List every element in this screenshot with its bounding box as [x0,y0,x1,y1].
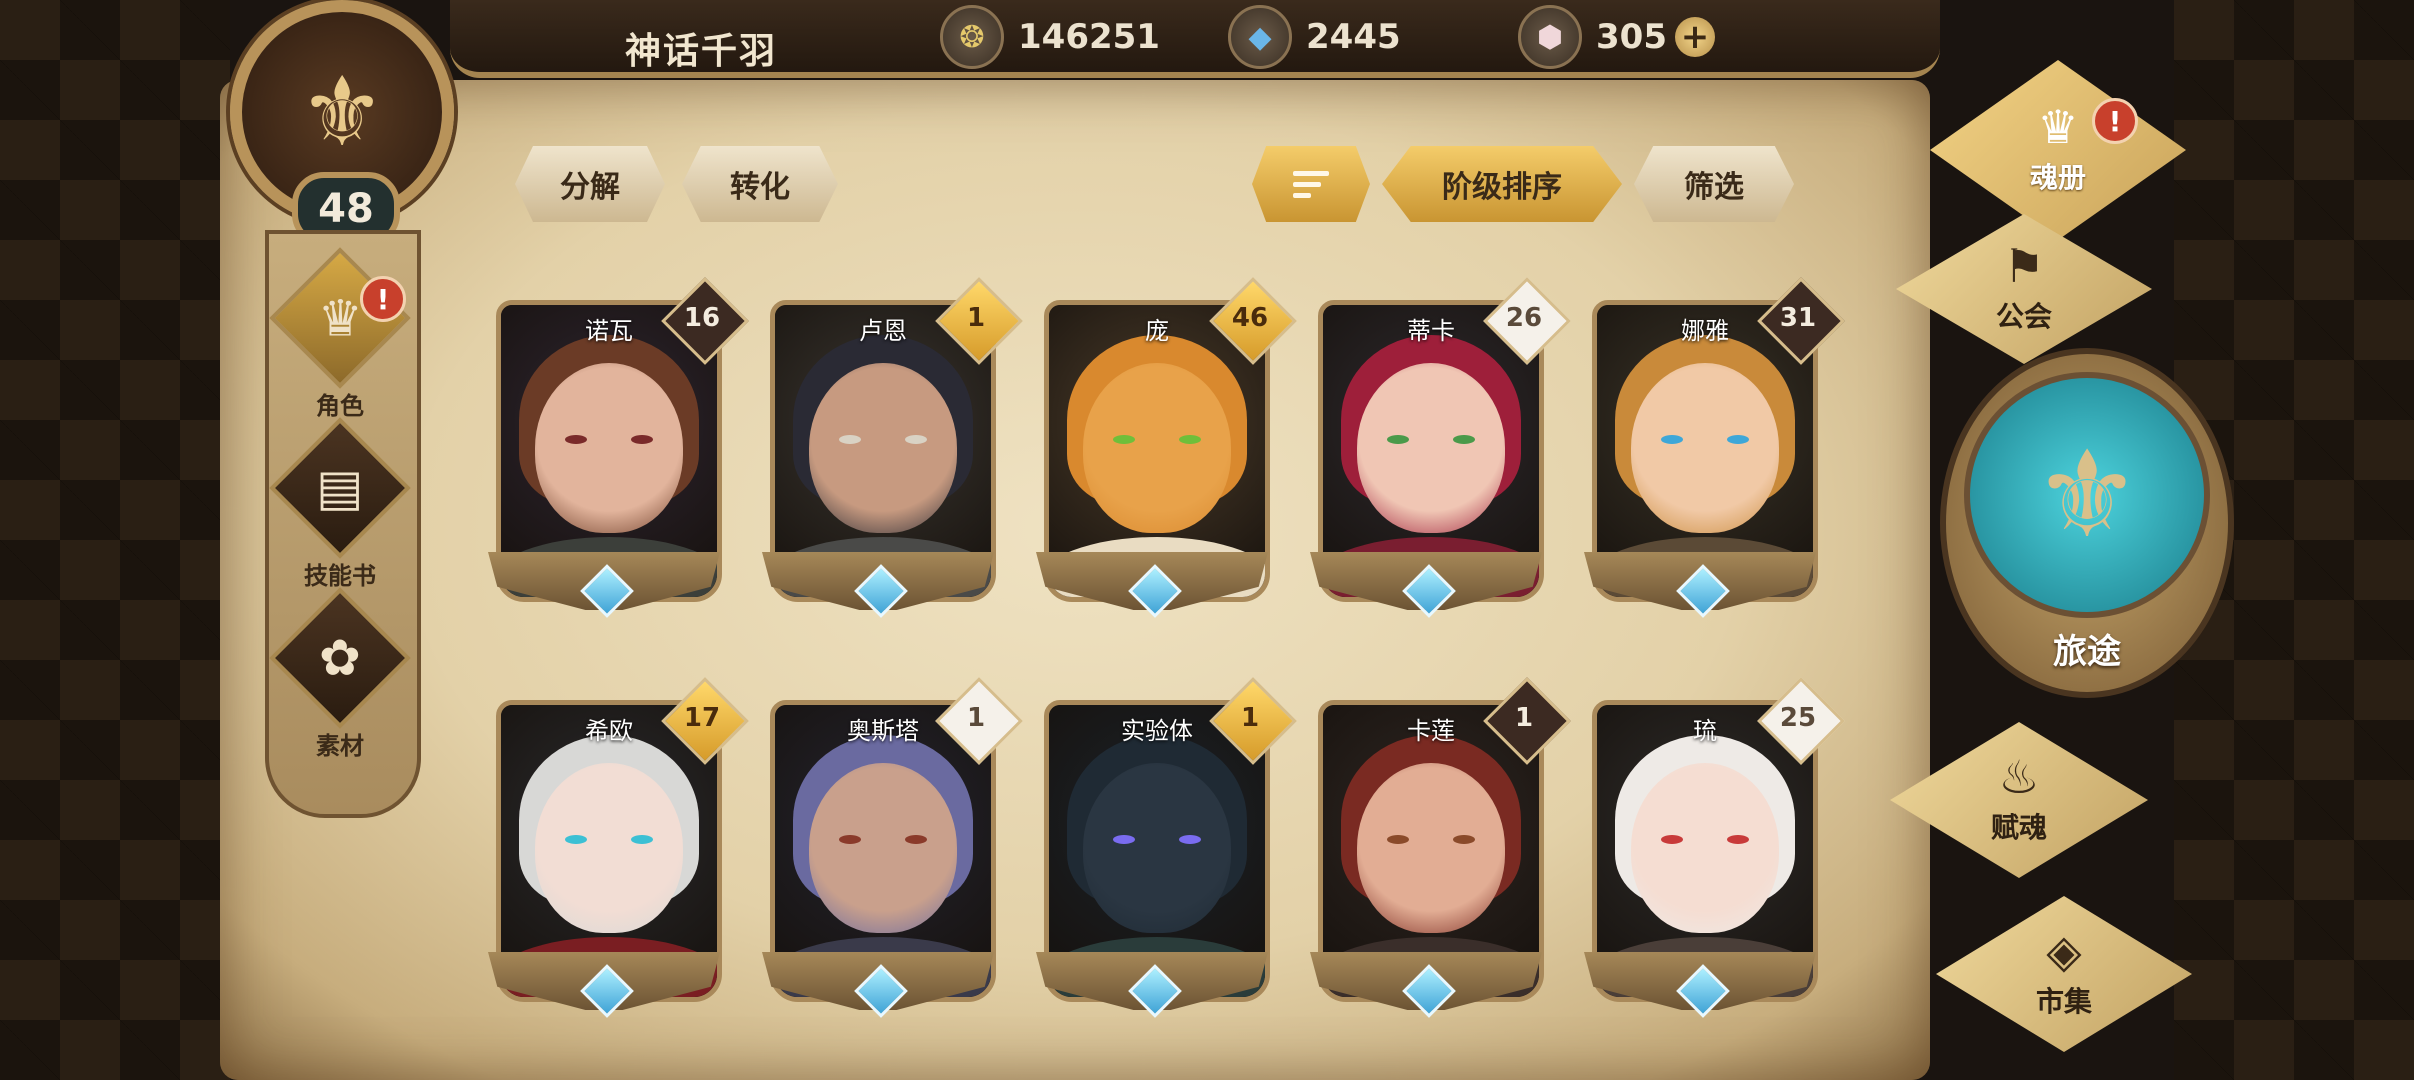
crystal-currency: ◆ 2445 [1228,5,1401,69]
sidebar-item-label: 角色 [316,392,364,420]
hero-level: 25 [1779,703,1817,733]
hero-level: 1 [966,303,986,333]
hero-level: 1 [1514,703,1534,733]
hero-card[interactable]: 庞 46 [1036,277,1297,622]
swirl-icon: ♨ [1998,750,2040,804]
nav-label: 市集 [2035,985,2092,1018]
hero-card[interactable]: 娜雅 31 [1584,277,1845,622]
filter-button[interactable]: 筛选 [1634,146,1794,222]
hero-card[interactable]: 蒂卡 26 [1310,277,1571,622]
soulbook-icon: ♛ [2037,100,2079,154]
hero-card[interactable]: 卢恩 1 [762,277,1023,622]
hero-card[interactable]: 实验体 1 [1036,677,1297,1022]
left-background [0,0,230,1080]
player-name: 神话千羽 [625,31,778,72]
alert-icon: ! [2092,98,2138,144]
alert-icon: ! [360,276,406,322]
materials-icon: ✿ [319,629,361,687]
sidebar-item-label: 素材 [316,732,364,760]
character-icon: ♛ [317,288,363,347]
hero-level: 46 [1231,303,1269,333]
gold-currency: ❂ 146251 [940,5,1160,69]
add-gem-button[interactable]: + [1674,17,1715,57]
market-gem-icon: ◈ [2046,924,2082,978]
guild-flag-icon: ⚑ [2003,239,2045,293]
gold-coin-icon: ❂ [940,5,1004,69]
journey-emblem-icon: ⚜ [2033,425,2141,565]
crystal-amount: 2445 [1306,17,1401,57]
player-emblem[interactable]: ⚜ 48 [200,0,480,246]
sidebar-item-label: 技能书 [304,562,376,590]
decompose-button[interactable]: 分解 [515,146,665,222]
gold-amount: 146251 [1018,17,1160,57]
hero-level: 1 [1240,703,1260,733]
hero-card[interactable]: 奥斯塔 1 [762,677,1023,1022]
nav-label: 旅途 [2053,632,2121,672]
hero-card[interactable]: 诺瓦 16 [488,277,749,622]
sidebar-item-skillbook[interactable]: ▤ 技能书 [268,417,412,591]
convert-button[interactable]: 转化 [682,146,838,222]
blue-crystal-icon: ◆ [1228,5,1292,69]
hero-card[interactable]: 希欧 17 [488,677,749,1022]
nav-label: 魂册 [2029,161,2086,194]
nav-journey-button[interactable]: ⚜ 旅途 [1940,348,2234,698]
hero-level: 26 [1505,303,1543,333]
nav-soulbook-button[interactable]: ♛ 魂册 [1930,60,2186,240]
nav-label: 公会 [1995,300,2052,333]
gem-currency: ⬢ 305 + [1518,5,1715,69]
nav-market-button[interactable]: ◈ 市集 [1936,896,2192,1052]
grade-sort-button[interactable]: 阶级排序 [1382,146,1622,222]
crest-icon: ⚜ [298,56,386,168]
nav-label: 赋魂 [1990,811,2047,844]
pink-gem-icon: ⬢ [1518,5,1582,69]
nav-guild-button[interactable]: ⚑ 公会 [1896,214,2152,364]
sidebar-item-character[interactable]: ♛ ! 角色 [268,247,412,421]
skillbook-icon: ▤ [316,459,364,517]
hero-level: 17 [683,703,721,733]
hero-level: 1 [966,703,986,733]
hero-card[interactable]: 卡莲 1 [1310,677,1571,1022]
hero-level: 31 [1779,303,1817,333]
sort-icon [1293,170,1329,198]
sort-order-button[interactable] [1252,146,1370,222]
hero-level: 16 [683,303,721,333]
gem-amount: 305 [1596,17,1667,57]
hero-card[interactable]: 琉 25 [1584,677,1845,1022]
sidebar-item-materials[interactable]: ✿ 素材 [268,587,412,761]
